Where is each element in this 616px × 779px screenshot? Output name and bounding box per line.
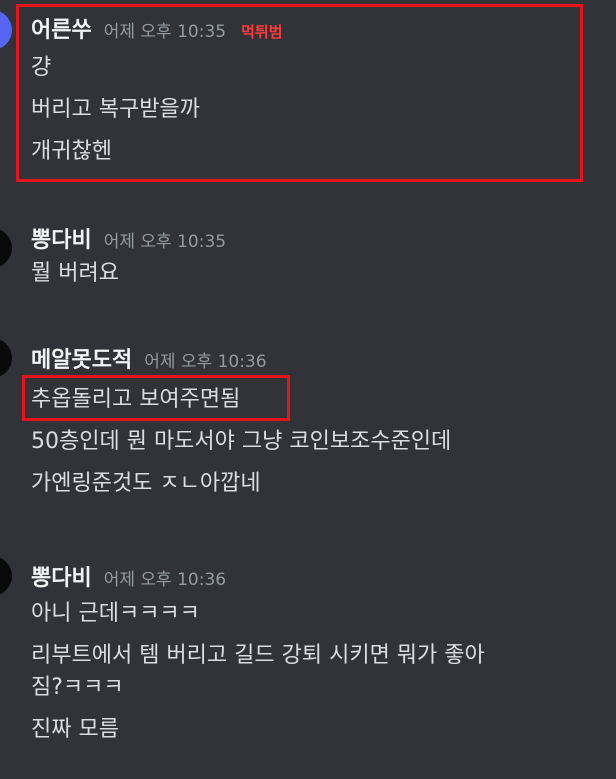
message-text: 추옵돌리고 보여주면됨 <box>31 387 241 412</box>
role-tag: 먹튀범 <box>241 23 283 41</box>
avatar[interactable] <box>0 10 12 50</box>
avatar[interactable] <box>0 228 12 268</box>
username[interactable]: 뽕다비 <box>31 222 92 254</box>
message-text: 가엔링준것도 ㅈㄴ아깝네 <box>31 471 261 496</box>
timestamp: 어제 오후 10:36 <box>103 570 227 590</box>
message-text: 걍 <box>31 55 52 80</box>
avatar[interactable] <box>0 556 12 596</box>
message-text: 진짜 모름 <box>31 717 119 742</box>
timestamp: 어제 오후 10:35 <box>103 232 227 252</box>
username[interactable]: 어른쑤 <box>31 12 92 44</box>
timestamp: 어제 오후 10:36 <box>144 352 267 372</box>
message-text: 버리고 복구받을까 <box>31 97 200 122</box>
username[interactable]: 메알못도적 <box>31 342 132 374</box>
message-group: 뽕다비 어제 오후 10:35 뭘 버려요 <box>31 222 226 290</box>
message-group: 메알못도적 어제 오후 10:36 추옵돌리고 보여주면됨 50층인데 뭔 마도… <box>31 342 451 500</box>
message-text: 아니 근데ㅋㅋㅋㅋ <box>31 601 200 626</box>
message-text: 뭘 버려요 <box>31 261 119 286</box>
message-text: 50층인데 뭔 마도서야 그냥 코인보조수준인데 <box>31 429 452 454</box>
message-group: 뽕다비 어제 오후 10:36 아니 근데ㅋㅋㅋㅋ 리부트에서 템 버리고 길드… <box>31 560 485 746</box>
message-text: 짐?ㅋㅋㅋ <box>31 675 124 700</box>
message-text: 개귀찮헨 <box>31 139 112 164</box>
avatar[interactable] <box>0 338 12 378</box>
timestamp: 어제 오후 10:35 <box>103 22 227 42</box>
message-group: 어른쑤 어제 오후 10:35 먹튀범 걍 버리고 복구받을까 개귀찮헨 <box>31 12 283 168</box>
username[interactable]: 뽕다비 <box>31 560 92 592</box>
message-text: 리부트에서 템 버리고 길드 강퇴 시키면 뭐가 좋아 <box>31 643 485 668</box>
